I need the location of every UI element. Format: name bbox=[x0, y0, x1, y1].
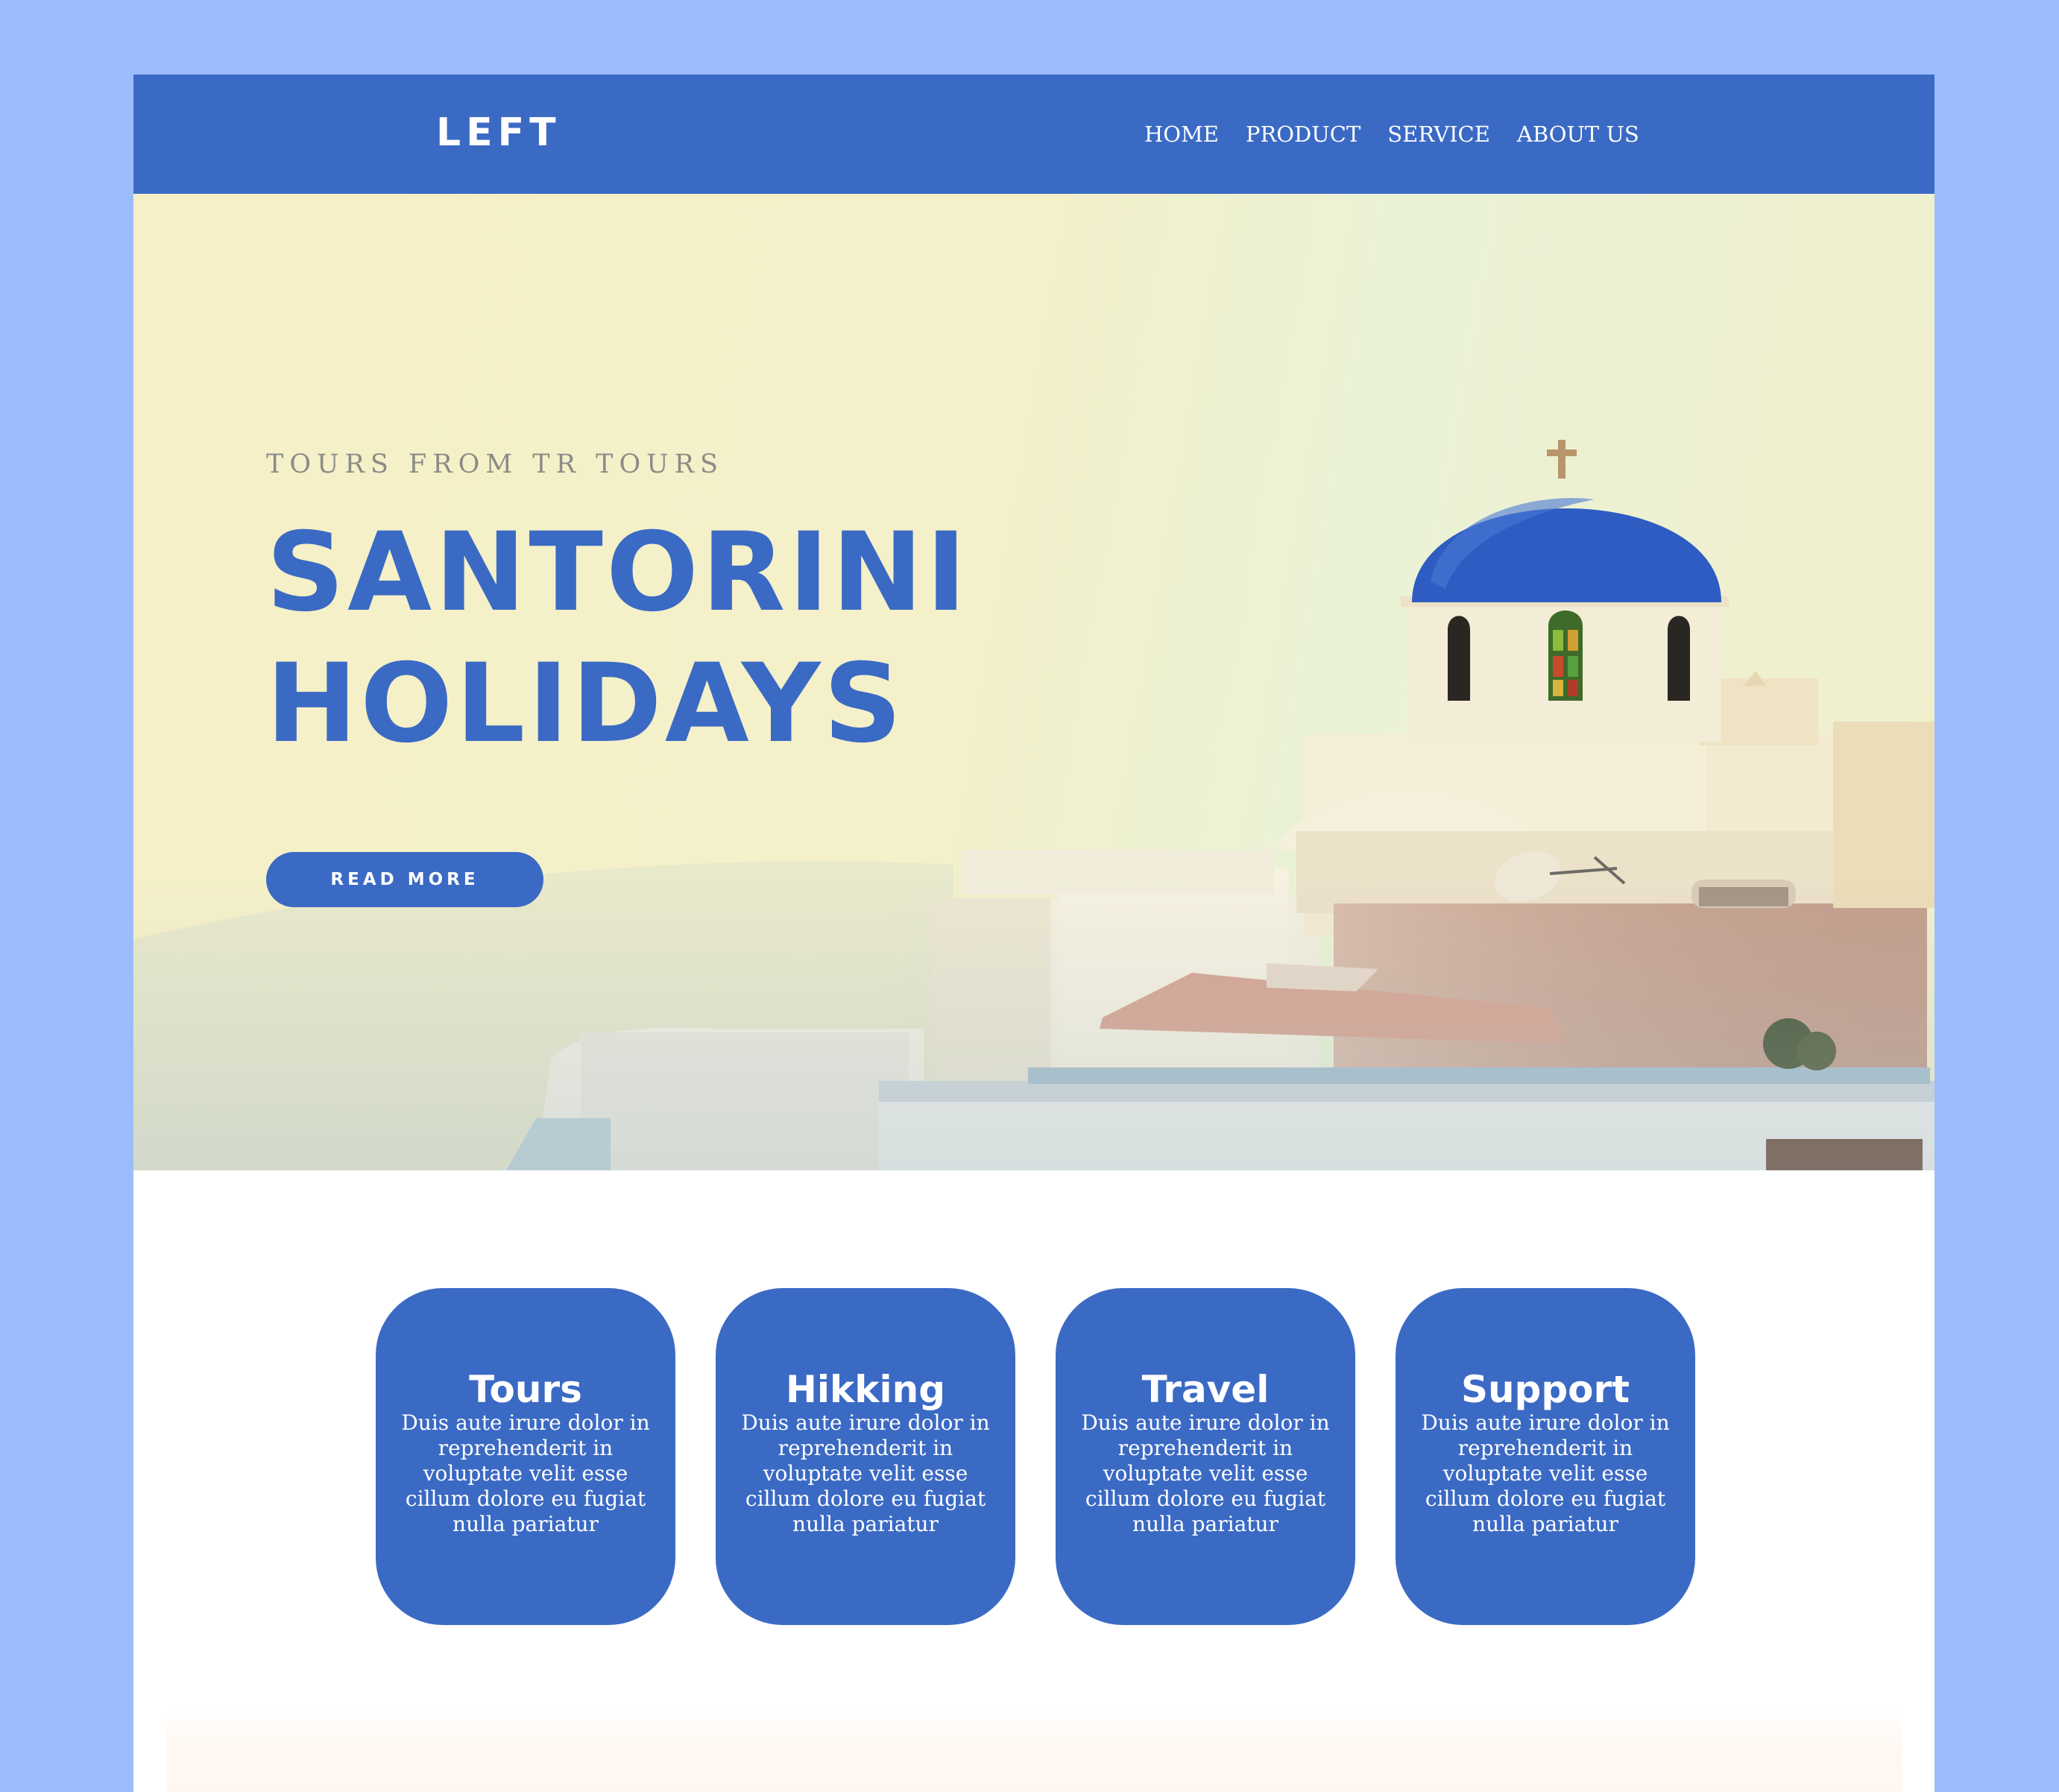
page-container: LEFT HOME PRODUCT SERVICE ABOUT US TOURS… bbox=[133, 75, 1935, 1792]
hero-section: TOURS FROM TR TOURS SANTORINI HOLIDAYS RE… bbox=[133, 194, 1935, 1170]
features-section: Tours Duis aute irure dolor in reprehend… bbox=[376, 1288, 1695, 1625]
feature-card-tours[interactable]: Tours Duis aute irure dolor in reprehend… bbox=[376, 1288, 675, 1625]
feature-card-title: Hikking bbox=[785, 1368, 945, 1411]
nav-about-us[interactable]: ABOUT US bbox=[1517, 122, 1639, 147]
nav-product[interactable]: PRODUCT bbox=[1246, 122, 1360, 147]
feature-card-text: Duis aute irure dolor in reprehenderit i… bbox=[401, 1410, 650, 1536]
next-section-preview bbox=[166, 1707, 1902, 1792]
feature-card-text: Duis aute irure dolor in reprehenderit i… bbox=[1081, 1410, 1330, 1536]
hero-title-line1: SANTORINI bbox=[266, 509, 970, 636]
hero-title-line2: HOLIDAYS bbox=[266, 640, 905, 767]
nav-menu: HOME PRODUCT SERVICE ABOUT US bbox=[1144, 116, 1639, 152]
feature-card-title: Travel bbox=[1141, 1368, 1270, 1411]
feature-card-title: Support bbox=[1460, 1368, 1630, 1411]
site-logo[interactable]: LEFT bbox=[436, 109, 561, 157]
nav-service[interactable]: SERVICE bbox=[1387, 122, 1490, 147]
navbar: LEFT HOME PRODUCT SERVICE ABOUT US bbox=[133, 75, 1935, 194]
feature-card-text: Duis aute irure dolor in reprehenderit i… bbox=[741, 1410, 990, 1536]
feature-card-support[interactable]: Support Duis aute irure dolor in reprehe… bbox=[1396, 1288, 1695, 1625]
feature-card-hikking[interactable]: Hikking Duis aute irure dolor in reprehe… bbox=[716, 1288, 1015, 1625]
feature-card-title: Tours bbox=[469, 1368, 582, 1411]
hero-kicker: TOURS FROM TR TOURS bbox=[266, 449, 724, 479]
hero-title: SANTORINI HOLIDAYS bbox=[266, 507, 969, 769]
feature-card-travel[interactable]: Travel Duis aute irure dolor in reprehen… bbox=[1056, 1288, 1355, 1625]
feature-card-text: Duis aute irure dolor in reprehenderit i… bbox=[1421, 1410, 1670, 1536]
read-more-button[interactable]: READ MORE bbox=[266, 852, 543, 907]
nav-home[interactable]: HOME bbox=[1144, 122, 1219, 147]
